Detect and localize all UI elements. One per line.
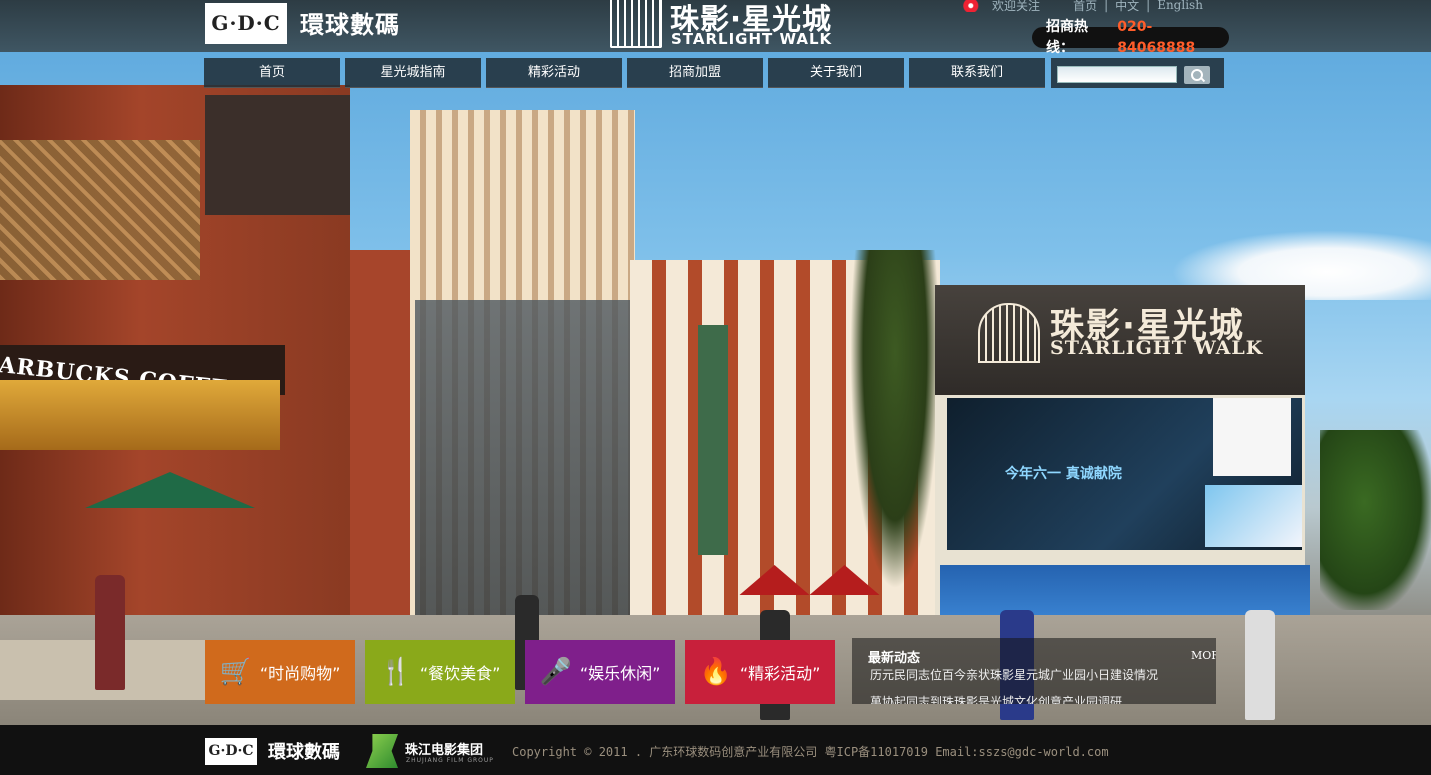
nav-home[interactable]: 首页 (204, 58, 340, 88)
hotline-label: 招商热线： (1046, 18, 1088, 56)
pedestrian (95, 575, 125, 690)
hotline-number: 020-84068888 (1117, 18, 1196, 56)
footer-zj-en: ZHUJIANG FILM GROUP (406, 757, 494, 764)
screen-inset (1205, 485, 1302, 547)
english-link[interactable]: English (1157, 0, 1203, 12)
chinese-link[interactable]: 中文 (1115, 0, 1139, 14)
tile-label: “精彩活动” (739, 664, 821, 683)
news-panel: 最新动态 MORE 历元民同志位百今亲状珠影星元城广业园小日建设情况 萬协起同志… (852, 638, 1216, 704)
fork-spoon-icon: 🍴 (379, 657, 412, 687)
nav-contact[interactable]: 联系我们 (909, 58, 1045, 88)
search-icon (1191, 69, 1203, 81)
starlight-logo-icon[interactable] (610, 0, 662, 48)
top-links: 欢迎关注 | 首页 | 中文 | English (962, 0, 1203, 13)
screen-inset (1213, 398, 1291, 476)
site-footer: G·D·C 環球數碼 珠江电影集团 ZHUJIANG FILM GROUP Co… (0, 725, 1431, 775)
starlight-logo-mark (978, 303, 1040, 363)
tile-label: “时尚购物” (259, 664, 341, 683)
nav-leasing[interactable]: 招商加盟 (627, 58, 763, 88)
search-input[interactable] (1057, 66, 1177, 83)
search-button[interactable] (1184, 66, 1210, 84)
tower-glass-facade (415, 300, 630, 620)
building-sign-en: STARLIGHT WALK (1050, 337, 1264, 359)
dark-upper-block (205, 95, 350, 215)
tree (850, 250, 940, 590)
tile-label: “餐饮美食” (419, 664, 501, 683)
news-title: 最新动态 (868, 651, 921, 666)
weibo-icon[interactable] (962, 0, 984, 12)
tile-shopping[interactable]: 🛒 “时尚购物” (205, 640, 355, 704)
shopping-cart-icon: 🛒 (219, 657, 252, 687)
nav-guide[interactable]: 星光城指南 (345, 58, 481, 88)
site-header: G·D·C 環球數碼 珠影·星光城 STARLIGHT WALK 欢迎关注 | … (0, 0, 1431, 56)
flame-icon: 🔥 (699, 657, 732, 687)
brand-name-en: STARLIGHT WALK (671, 30, 833, 48)
hotline-badge: 招商热线： 020-84068888 (1032, 19, 1229, 56)
follow-link[interactable]: 欢迎关注 (992, 0, 1040, 14)
microphone-icon: 🎤 (539, 657, 572, 687)
awning (0, 380, 280, 450)
gdc-name: 環球數碼 (300, 10, 400, 39)
tree (1320, 430, 1431, 610)
lattice-screen (0, 140, 200, 280)
search-bar (1051, 58, 1224, 88)
footer-gdc-logo[interactable]: G·D·C (205, 738, 257, 765)
footer-zj-name: 珠江电影集团 (405, 743, 484, 758)
hero-background-photo: 珠影·星光城 STARLIGHT WALK 今年六一 真诚献院 ARBUCKS … (0, 0, 1431, 725)
copyright-text: Copyright © 2011 . 广东环球数码创意产业有限公司 粤ICP备1… (512, 745, 1109, 759)
news-item[interactable]: 历元民同志位百今亲状珠影星元城广业园小日建设情况 (870, 666, 1158, 683)
zhujiang-logo-icon[interactable] (366, 734, 398, 768)
main-nav: 首页 星光城指南 精彩活动 招商加盟 关于我们 联系我们 (204, 58, 1045, 88)
pedestrian (1245, 610, 1275, 720)
tile-label: “娱乐休闲” (579, 664, 661, 683)
tile-dining[interactable]: 🍴 “餐饮美食” (365, 640, 515, 704)
news-item[interactable]: 萬协起同志到珠珠影是光城文化创意产业园调研 (870, 693, 1122, 704)
green-panel (698, 325, 728, 555)
gdc-logo[interactable]: G·D·C (205, 3, 287, 44)
tile-entertainment[interactable]: 🎤 “娱乐休闲” (525, 640, 675, 704)
screen-text: 今年六一 真诚献院 (1005, 466, 1122, 482)
tile-events[interactable]: 🔥 “精彩活动” (685, 640, 835, 704)
home-link[interactable]: 首页 (1073, 0, 1097, 14)
nav-about[interactable]: 关于我们 (768, 58, 904, 88)
news-more-link[interactable]: MORE (1191, 649, 1216, 662)
nav-events[interactable]: 精彩活动 (486, 58, 622, 88)
footer-gdc-name: 環球數碼 (268, 742, 340, 763)
brick-building (340, 250, 415, 630)
